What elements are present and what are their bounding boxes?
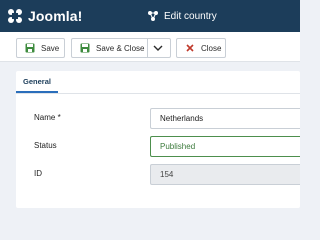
edit-form-card: General Name * Netherlands Status Publis… [16,71,300,208]
brand[interactable]: Joomla! [0,0,135,32]
brand-name: Joomla! [28,8,83,24]
split-divider [147,39,148,57]
edit-country-icon [148,11,158,21]
chevron-down-icon[interactable] [152,43,164,53]
close-button[interactable]: Close [176,38,226,58]
status-select[interactable]: Published [150,136,300,157]
status-label: Status [34,141,57,150]
tab-general[interactable]: General [16,71,58,93]
page-title: Edit country [164,10,217,22]
joomla-logo-icon [8,9,22,23]
id-label: ID [34,169,42,178]
id-field: 154 [150,164,300,185]
name-field[interactable]: Netherlands [150,108,300,129]
top-header: Joomla! Edit country [0,0,300,32]
save-button-label: Save [41,43,60,53]
save-close-button[interactable]: Save & Close [71,38,171,58]
toolbar: Save Save & Close Close [0,32,300,62]
close-icon [186,44,194,52]
tab-divider [16,93,300,94]
title-area: Edit country [135,0,300,32]
save-close-icon [80,43,90,53]
save-close-button-label: Save & Close [96,43,145,53]
save-icon [25,43,35,53]
save-button[interactable]: Save [16,38,65,58]
name-label: Name * [34,113,61,122]
close-button-label: Close [201,43,222,53]
